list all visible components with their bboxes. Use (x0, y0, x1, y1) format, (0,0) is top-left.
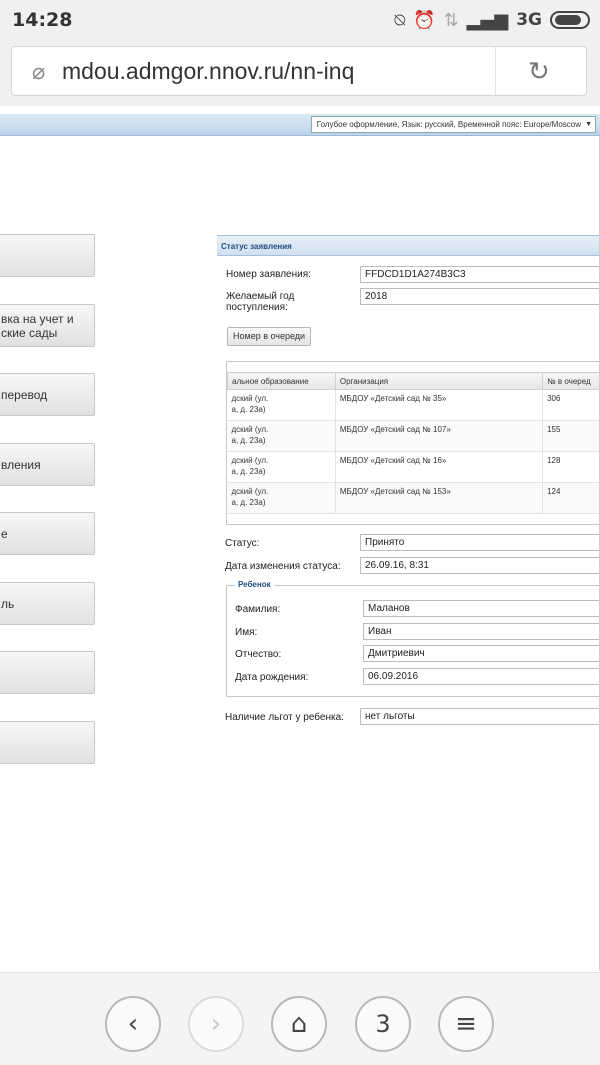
desired-year-field[interactable]: 2018 (360, 288, 600, 305)
menu-button-label: е (1, 526, 8, 541)
globe-icon: ⌀ (32, 59, 46, 84)
table-header-row: альное образование Организация № в очере… (227, 372, 600, 390)
theme-strip: Голубое оформление, Язык: русский, Време… (0, 114, 600, 136)
chevron-right-icon: › (210, 1009, 222, 1039)
column-header-district[interactable]: альное образование (227, 372, 336, 390)
menu-button-label: вка на учет и ские сады (1, 311, 74, 340)
benefits-field[interactable]: нет льготы (360, 708, 600, 725)
cell-organization: МБДОУ «Детский сад № 35» (335, 389, 544, 421)
menu-button[interactable]: ≡ (438, 996, 494, 1052)
menu-button-register[interactable]: вка на учет и ские сады (0, 304, 95, 347)
reload-icon[interactable]: ↻ (528, 56, 550, 87)
patronymic-label: Отчество: (235, 649, 282, 660)
column-header-queue-number[interactable]: № в очеред (542, 372, 600, 390)
queue-table-frame: альное образование Организация № в очере… (226, 361, 600, 525)
patronymic-field[interactable]: Дмитриевич (363, 645, 600, 662)
benefits-label: Наличие льгот у ребенка: (225, 712, 344, 723)
battery-icon (550, 11, 590, 29)
child-legend: Ребенок (235, 580, 274, 589)
cell-queue-number: 124 (542, 482, 600, 514)
status-icons: ⍉ ⏰ ⇅ ▂▄▆ 3G (394, 8, 590, 32)
table-row[interactable]: дский (ул. а, д. 23а) МБДОУ «Детский сад… (227, 482, 600, 514)
cell-organization: МБДОУ «Детский сад № 107» (335, 420, 544, 452)
data-transfer-icon: ⇅ (443, 9, 459, 31)
child-fieldset: Ребенок Фамилия: Маланов Имя: Иван Отчес… (226, 580, 600, 697)
network-type: 3G (516, 10, 542, 30)
table-row[interactable]: дский (ул. а, д. 23а) МБДОУ «Детский сад… (227, 451, 600, 483)
column-header-organization[interactable]: Организация (334, 372, 544, 390)
cell-queue-number: 155 (542, 420, 600, 452)
home-icon: ⌂ (290, 1009, 308, 1039)
address-bar[interactable]: ⌀ mdou.admgor.nnov.ru/nn-inq ↻ (11, 46, 587, 96)
menu-button-label: перевод (1, 387, 48, 402)
status-date-field[interactable]: 26.09.16, 8:31 (360, 557, 600, 574)
cell-organization: МБДОУ «Детский сад № 153» (335, 482, 544, 514)
cell-queue-number: 306 (542, 389, 600, 421)
menu-button-applications[interactable]: вления (0, 443, 95, 486)
menu-button-transfer[interactable]: перевод (0, 373, 95, 416)
surname-label: Фамилия: (235, 604, 281, 615)
clock: 14:28 (12, 9, 73, 31)
home-button[interactable]: ⌂ (271, 996, 327, 1052)
birth-date-label: Дата рождения: (235, 672, 309, 683)
browser-toolbar: ⌀ mdou.admgor.nnov.ru/nn-inq ↻ (0, 40, 600, 106)
cell-organization: МБДОУ «Детский сад № 16» (335, 451, 544, 483)
panel-title: Статус заявления (217, 235, 600, 256)
forward-button[interactable]: › (188, 996, 244, 1052)
queue-number-button[interactable]: Номер в очереди (227, 327, 312, 346)
chevron-down-icon: ▼ (585, 121, 592, 128)
cell-district: дский (ул. а, д. 23а) (227, 451, 336, 483)
menu-button-1[interactable] (0, 234, 95, 277)
name-label: Имя: (235, 627, 258, 638)
hamburger-icon: ≡ (455, 1009, 477, 1039)
browser-nav-bar: ‹ › ⌂ 3 ≡ (0, 972, 600, 1065)
cell-district: дский (ул. а, д. 23а) (227, 420, 336, 452)
table-row[interactable]: дский (ул. а, д. 23а) МБДОУ «Детский сад… (227, 389, 600, 421)
theme-language-select[interactable]: Голубое оформление, Язык: русский, Време… (310, 116, 596, 133)
tabs-count: 3 (375, 1010, 391, 1038)
desired-year-label: Желаемый год поступления: (226, 291, 295, 313)
status-field[interactable]: Принято (360, 534, 600, 551)
cell-district: дский (ул. а, д. 23а) (227, 482, 336, 514)
address-divider (495, 47, 496, 95)
surname-field[interactable]: Маланов (363, 600, 600, 617)
status-date-label: Дата изменения статуса: (225, 561, 341, 572)
theme-select-value: Голубое оформление, Язык: русский, Време… (316, 120, 581, 129)
birth-date-field[interactable]: 06.09.2016 (363, 668, 600, 685)
back-button[interactable]: ‹ (105, 996, 161, 1052)
menu-button-5[interactable]: е (0, 512, 95, 555)
tabs-button[interactable]: 3 (355, 996, 411, 1052)
menu-button-7[interactable] (0, 651, 95, 694)
menu-button-label: вления (1, 457, 41, 472)
signal-icon: ▂▄▆ (466, 9, 509, 31)
menu-button-label: ль (1, 596, 15, 611)
menu-button-8[interactable] (0, 721, 95, 764)
table-row[interactable]: дский (ул. а, д. 23а) МБДОУ «Детский сад… (227, 420, 600, 452)
application-number-field[interactable]: FFDCD1D1A274B3C3 (360, 266, 600, 283)
status-label: Статус: (225, 538, 260, 549)
status-bar: 14:28 ⍉ ⏰ ⇅ ▂▄▆ 3G (0, 0, 600, 40)
name-field[interactable]: Иван (363, 623, 600, 640)
application-number-label: Номер заявления: (226, 269, 311, 280)
url-text[interactable]: mdou.admgor.nnov.ru/nn-inq (62, 58, 354, 85)
cell-queue-number: 128 (542, 451, 600, 483)
menu-button-profile[interactable]: ль (0, 582, 95, 625)
queue-table: альное образование Организация № в очере… (227, 372, 600, 514)
cell-district: дский (ул. а, д. 23а) (227, 389, 336, 421)
chevron-left-icon: ‹ (127, 1009, 139, 1039)
application-status-panel: Статус заявления Номер заявления: FFDCD1… (217, 235, 600, 735)
vibrate-off-icon: ⍉ (394, 9, 406, 31)
alarm-icon: ⏰ (413, 9, 436, 31)
